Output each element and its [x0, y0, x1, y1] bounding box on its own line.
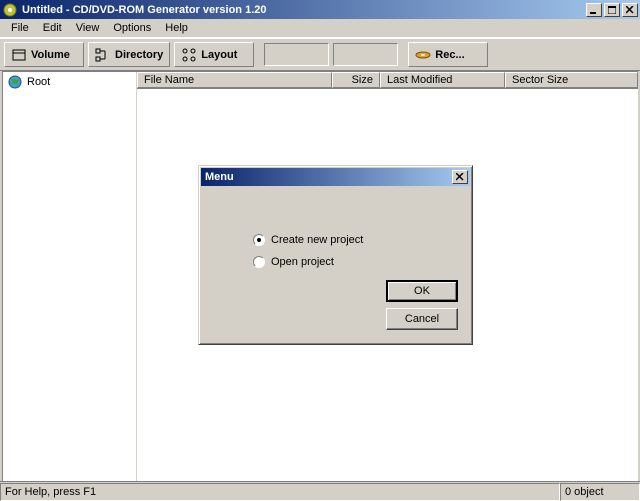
minimize-button[interactable] [586, 3, 602, 17]
directory-label: Directory [115, 49, 163, 61]
col-size[interactable]: Size [332, 72, 380, 88]
status-objects: 0 object [560, 483, 640, 501]
col-lastmod[interactable]: Last Modified [380, 72, 505, 88]
globe-icon [7, 74, 23, 90]
rec-button[interactable]: Rec... [408, 42, 488, 67]
menu-file[interactable]: File [4, 20, 36, 36]
col-sector[interactable]: Sector Size [505, 72, 638, 88]
menu-help[interactable]: Help [158, 20, 195, 36]
ok-button[interactable]: OK [386, 280, 458, 302]
radio-open-label: Open project [271, 256, 334, 268]
statusbar: For Help, press F1 0 object [0, 481, 640, 501]
window-buttons [584, 3, 638, 17]
toolbar-field-2 [333, 43, 398, 66]
close-button[interactable] [622, 3, 638, 17]
tree-pane[interactable]: Root [3, 72, 137, 482]
dialog-body: Create new project Open project OK Cance… [199, 188, 472, 344]
menu-options[interactable]: Options [106, 20, 158, 36]
toolbar-field-1 [264, 43, 329, 66]
list-header: File Name Size Last Modified Sector Size [137, 72, 638, 89]
volume-icon [11, 47, 27, 63]
layout-icon [181, 47, 197, 63]
status-help: For Help, press F1 [0, 483, 560, 501]
dialog-close-button[interactable] [452, 170, 468, 184]
cancel-button[interactable]: Cancel [386, 308, 458, 330]
col-filename[interactable]: File Name [137, 72, 332, 88]
radio-open-row[interactable]: Open project [253, 256, 452, 268]
radio-create[interactable] [253, 234, 265, 246]
radio-create-label: Create new project [271, 234, 363, 246]
menu-edit[interactable]: Edit [36, 20, 69, 36]
maximize-button[interactable] [604, 3, 620, 17]
volume-button[interactable]: Volume [4, 42, 84, 67]
rec-label: Rec... [435, 49, 464, 61]
titlebar: Untitled - CD/DVD-ROM Generator version … [0, 0, 640, 19]
menu-view[interactable]: View [69, 20, 107, 36]
layout-button[interactable]: Layout [174, 42, 254, 67]
directory-icon [95, 47, 111, 63]
dialog-titlebar: Menu [201, 168, 470, 186]
radio-open[interactable] [253, 256, 265, 268]
toolbar: Volume Directory Layout Rec... [0, 38, 640, 71]
app-icon [2, 2, 18, 18]
layout-label: Layout [201, 49, 237, 61]
tree-root-label: Root [27, 76, 50, 88]
radio-create-row[interactable]: Create new project [253, 234, 452, 246]
menubar: File Edit View Options Help [0, 19, 640, 38]
window-title: Untitled - CD/DVD-ROM Generator version … [22, 4, 584, 16]
dialog-title: Menu [205, 171, 234, 183]
tree-root-item[interactable]: Root [3, 72, 136, 92]
directory-button[interactable]: Directory [88, 42, 170, 67]
rec-icon [415, 47, 431, 63]
dialog-buttons: OK Cancel [386, 280, 458, 330]
menu-dialog: Menu Create new project Open project OK … [198, 165, 473, 345]
volume-label: Volume [31, 49, 70, 61]
